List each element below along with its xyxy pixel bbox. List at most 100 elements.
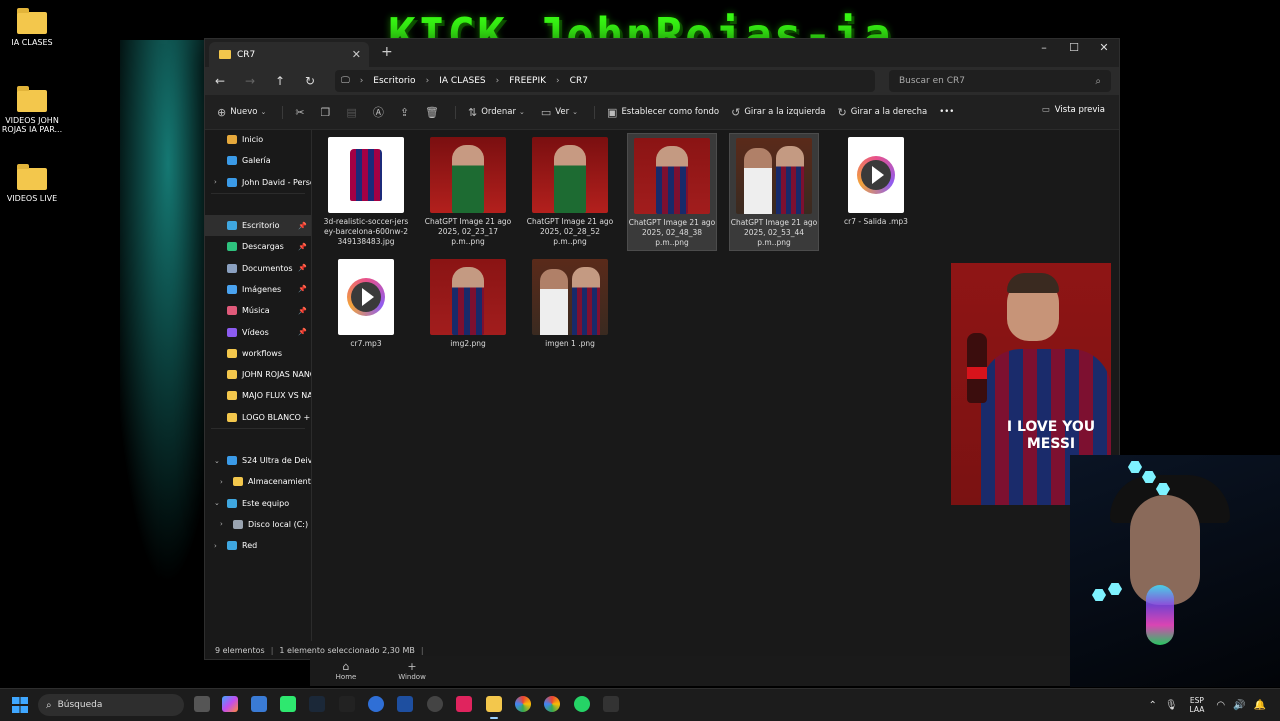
view-button[interactable]: ▭ Ver ⌄	[541, 106, 582, 119]
breadcrumb-freepik[interactable]: FREEPIK	[509, 76, 546, 86]
chevron-up-icon[interactable]: ⌃	[1148, 700, 1156, 711]
microphone-tray-icon[interactable]: 🎙	[1165, 700, 1178, 711]
chevron-icon[interactable]: ›	[214, 178, 217, 186]
obs-icon[interactable]	[427, 696, 443, 712]
sidebar-item[interactable]: Vídeos 📌	[205, 321, 311, 342]
minimize-button[interactable]: –	[1029, 39, 1059, 59]
volume-icon[interactable]: 🔊	[1233, 700, 1245, 711]
chrome-icon[interactable]	[515, 696, 531, 712]
sidebar-item[interactable]: › Almacenamiento	[205, 471, 311, 492]
rename-button[interactable]: Ⓐ	[373, 104, 388, 120]
file-item[interactable]: img2.png	[423, 255, 513, 373]
desktop-icon-videos-john[interactable]: VIDEOS JOHN ROJAS IA PAR...	[0, 86, 72, 134]
taskbar-search[interactable]: ⌕ Búsqueda	[38, 694, 184, 716]
preview-pane-button[interactable]: ▭ Vista previa	[1042, 105, 1105, 115]
store-icon[interactable]	[251, 696, 267, 712]
overlay-home-button[interactable]: ⌂ Home	[326, 660, 366, 681]
camera-icon[interactable]	[603, 696, 619, 712]
back-button[interactable]: ←	[205, 74, 235, 88]
chevron-icon[interactable]: ›	[220, 520, 223, 528]
sidebar-item[interactable]: LOGO BLANCO + J	[205, 407, 311, 428]
notification-bell-icon[interactable]: 🔔	[1254, 700, 1266, 711]
new-button[interactable]: ⊕ Nuevo ⌄	[217, 106, 270, 119]
sidebar-item[interactable]: workflows	[205, 343, 311, 364]
sidebar-item[interactable]: Descargas 📌	[205, 236, 311, 257]
sidebar-item[interactable]: › Disco local (C:)	[205, 514, 311, 535]
windows-start-icon[interactable]	[12, 697, 28, 713]
sidebar-item[interactable]: Imágenes 📌	[205, 279, 311, 300]
paste-button[interactable]: ▤	[346, 106, 360, 119]
set-background-button[interactable]: ▣ Establecer como fondo	[594, 105, 719, 119]
delete-button[interactable]: 🗑	[425, 106, 443, 119]
tab-close-icon[interactable]: ✕	[352, 48, 361, 61]
tiktok-icon[interactable]	[456, 696, 472, 712]
pc-icon[interactable]: 🖵	[341, 76, 350, 86]
task-view-icon[interactable]	[194, 696, 210, 712]
file-item[interactable]: ChatGPT Image 21 ago 2025, 02_23_17 p.m..p…	[423, 133, 513, 251]
sidebar-item[interactable]: ⌄ Este equipo	[205, 492, 311, 513]
file-name-line: p.m..png	[553, 237, 587, 246]
chevron-icon[interactable]: ⌄	[214, 499, 220, 507]
sidebar-item[interactable]: MAJO FLUX VS NAI	[205, 385, 311, 406]
sidebar-item[interactable]: JOHN ROJAS NANO	[205, 364, 311, 385]
search-input[interactable]: Buscar en CR7 ⌕	[889, 70, 1111, 92]
file-item[interactable]: 3d-realistic-soccer-jers ey-barcelona-600…	[321, 133, 411, 251]
status-divider: |	[270, 645, 274, 655]
chevron-icon[interactable]: ›	[214, 542, 217, 550]
chevron-icon[interactable]: ⌄	[214, 457, 220, 465]
epic-games-icon[interactable]	[339, 696, 355, 712]
chevron-icon[interactable]: ›	[220, 478, 223, 486]
up-button[interactable]: ↑	[265, 74, 295, 88]
breadcrumb-escritorio[interactable]: Escritorio	[373, 76, 415, 86]
breadcrumb-ia-clases[interactable]: IA CLASES	[439, 76, 485, 86]
whatsapp-icon[interactable]	[574, 696, 590, 712]
sidebar-item[interactable]: Música 📌	[205, 300, 311, 321]
share-button[interactable]: ⇪	[400, 106, 413, 119]
home-icon: ⌂	[342, 660, 350, 673]
game-app-icon[interactable]	[280, 696, 296, 712]
file-explorer-taskbar-icon[interactable]	[486, 696, 502, 719]
edge-icon[interactable]	[368, 696, 384, 712]
rotate-right-button[interactable]: ↻ Girar a la derecha	[838, 106, 928, 119]
sidebar-item[interactable]: › Red	[205, 535, 311, 556]
sidebar-item[interactable]: Escritorio 📌	[205, 214, 311, 237]
sidebar-item[interactable]: › John David - Perso	[205, 172, 311, 193]
file-item[interactable]: imgen 1 .png	[525, 255, 615, 373]
forward-button[interactable]: →	[235, 74, 265, 88]
playstation-icon[interactable]	[397, 696, 413, 712]
cut-button[interactable]: ✂	[282, 105, 308, 119]
copilot-icon[interactable]	[222, 696, 238, 712]
file-item[interactable]: ChatGPT Image 21 ago 2025, 02_48_38 p.m..p…	[627, 133, 717, 251]
copy-button[interactable]: ❐	[321, 106, 335, 119]
refresh-button[interactable]: ↻	[295, 74, 325, 88]
maximize-button[interactable]: ☐	[1059, 39, 1089, 59]
sidebar-item[interactable]: ⌄ S24 Ultra de Deivjhe	[205, 450, 311, 471]
sidebar-item[interactable]: Galería	[205, 150, 311, 171]
language-indicator[interactable]: ESP LAA	[1190, 696, 1205, 714]
new-tab-button[interactable]: +	[381, 44, 393, 60]
breadcrumb-cr7[interactable]: CR7	[570, 76, 588, 86]
file-name-line: cr7.mp3	[350, 339, 382, 348]
file-item[interactable]: cr7.mp3	[321, 255, 411, 373]
close-window-button[interactable]: ✕	[1089, 39, 1119, 59]
nav-folder-icon	[227, 412, 237, 422]
desktop-icon-videos-live[interactable]: VIDEOS LIVE	[0, 164, 72, 203]
preview-bottle	[967, 333, 987, 403]
tab-cr7[interactable]: CR7 ✕	[209, 42, 369, 67]
rotate-left-button[interactable]: ↺ Girar a la izquierda	[731, 106, 825, 119]
sort-button[interactable]: ⇅ Ordenar ⌄	[455, 105, 529, 119]
file-item[interactable]: ChatGPT Image 21 ago 2025, 02_53_44 p.m..p…	[729, 133, 819, 251]
steam-icon[interactable]	[309, 696, 325, 712]
desktop-icon-ia-clases[interactable]: IA CLASES	[0, 8, 72, 47]
preview-shirt-text: I LOVE YOU MESSI	[1001, 419, 1101, 453]
more-options-button[interactable]: •••	[939, 107, 954, 117]
overlay-window-button[interactable]: + Window	[392, 660, 432, 681]
wifi-icon[interactable]: ◠	[1216, 700, 1225, 711]
file-item[interactable]: cr7 - Salida .mp3	[831, 133, 921, 251]
file-name-line: ChatGPT Image 21 ago	[526, 217, 614, 226]
search-icon: ⌕	[46, 699, 52, 711]
chrome-profile-icon[interactable]	[544, 696, 560, 712]
file-item[interactable]: ChatGPT Image 21 ago 2025, 02_28_52 p.m..p…	[525, 133, 615, 251]
sidebar-item[interactable]: Inicio	[205, 129, 311, 150]
sidebar-item[interactable]: Documentos 📌	[205, 257, 311, 278]
